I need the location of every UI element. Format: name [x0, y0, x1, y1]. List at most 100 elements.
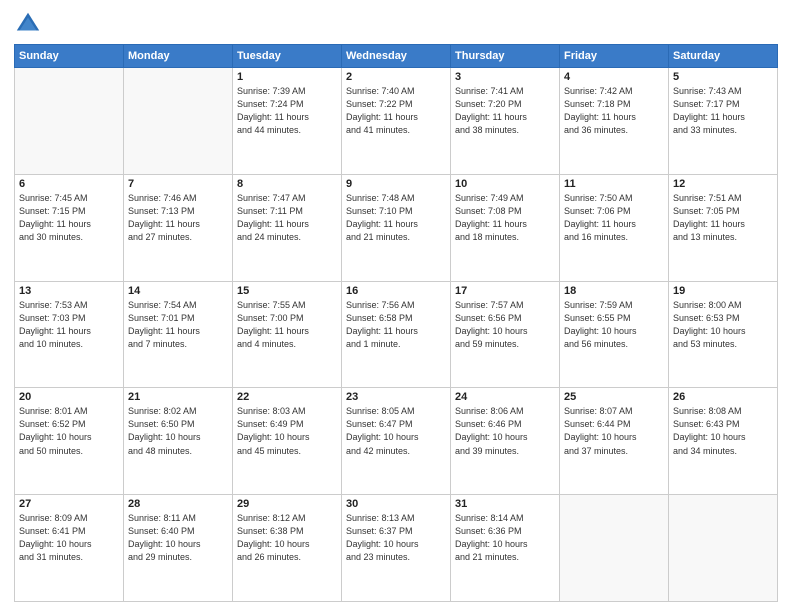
day-number: 11 — [564, 178, 664, 190]
week-row-2: 6 Sunrise: 7:45 AM Sunset: 7:15 PM Daylig… — [15, 174, 778, 281]
weekday-header-saturday: Saturday — [669, 45, 778, 68]
day-number: 29 — [237, 498, 337, 510]
day-number: 17 — [455, 285, 555, 297]
calendar-cell-16: 15 Sunrise: 7:55 AM Sunset: 7:00 PM Dayli… — [233, 281, 342, 388]
day-number: 27 — [19, 498, 119, 510]
day-detail: Sunrise: 8:14 AM Sunset: 6:36 PM Dayligh… — [455, 512, 555, 564]
calendar-cell-19: 18 Sunrise: 7:59 AM Sunset: 6:55 PM Dayli… — [560, 281, 669, 388]
day-detail: Sunrise: 7:48 AM Sunset: 7:10 PM Dayligh… — [346, 192, 446, 244]
calendar-cell-32: 31 Sunrise: 8:14 AM Sunset: 6:36 PM Dayli… — [451, 495, 560, 602]
day-detail: Sunrise: 7:46 AM Sunset: 7:13 PM Dayligh… — [128, 192, 228, 244]
day-number: 31 — [455, 498, 555, 510]
day-detail: Sunrise: 7:57 AM Sunset: 6:56 PM Dayligh… — [455, 299, 555, 351]
day-number: 3 — [455, 71, 555, 83]
day-detail: Sunrise: 8:01 AM Sunset: 6:52 PM Dayligh… — [19, 405, 119, 457]
calendar-cell-27: 26 Sunrise: 8:08 AM Sunset: 6:43 PM Dayli… — [669, 388, 778, 495]
day-number: 14 — [128, 285, 228, 297]
day-detail: Sunrise: 8:07 AM Sunset: 6:44 PM Dayligh… — [564, 405, 664, 457]
calendar-cell-24: 23Sunrise: 8:05 AM Sunset: 6:47 PM Dayli… — [342, 388, 451, 495]
day-number: 10 — [455, 178, 555, 190]
calendar-cell-9: 8 Sunrise: 7:47 AM Sunset: 7:11 PM Daylig… — [233, 174, 342, 281]
day-number: 9 — [346, 178, 446, 190]
weekday-header-sunday: Sunday — [15, 45, 124, 68]
calendar-cell-14: 13Sunrise: 7:53 AM Sunset: 7:03 PM Dayli… — [15, 281, 124, 388]
logo-icon — [14, 10, 42, 38]
day-detail: Sunrise: 7:49 AM Sunset: 7:08 PM Dayligh… — [455, 192, 555, 244]
day-detail: Sunrise: 7:55 AM Sunset: 7:00 PM Dayligh… — [237, 299, 337, 351]
calendar-cell-12: 11 Sunrise: 7:50 AM Sunset: 7:06 PM Dayli… — [560, 174, 669, 281]
day-detail: Sunrise: 8:00 AM Sunset: 6:53 PM Dayligh… — [673, 299, 773, 351]
day-number: 20 — [19, 391, 119, 403]
calendar-cell-13: 12 Sunrise: 7:51 AM Sunset: 7:05 PM Dayli… — [669, 174, 778, 281]
day-detail: Sunrise: 7:42 AM Sunset: 7:18 PM Dayligh… — [564, 85, 664, 137]
day-detail: Sunrise: 8:02 AM Sunset: 6:50 PM Dayligh… — [128, 405, 228, 457]
day-number: 30 — [346, 498, 446, 510]
weekday-header-tuesday: Tuesday — [233, 45, 342, 68]
day-detail: Sunrise: 7:47 AM Sunset: 7:11 PM Dayligh… — [237, 192, 337, 244]
day-detail: Sunrise: 8:03 AM Sunset: 6:49 PM Dayligh… — [237, 405, 337, 457]
day-number: 5 — [673, 71, 773, 83]
day-number: 19 — [673, 285, 773, 297]
calendar-cell-31: 30 Sunrise: 8:13 AM Sunset: 6:37 PM Dayli… — [342, 495, 451, 602]
day-number: 4 — [564, 71, 664, 83]
day-detail: Sunrise: 8:09 AM Sunset: 6:41 PM Dayligh… — [19, 512, 119, 564]
day-detail: Sunrise: 8:06 AM Sunset: 6:46 PM Dayligh… — [455, 405, 555, 457]
day-detail: Sunrise: 8:12 AM Sunset: 6:38 PM Dayligh… — [237, 512, 337, 564]
calendar-cell-25: 24 Sunrise: 8:06 AM Sunset: 6:46 PM Dayli… — [451, 388, 560, 495]
logo — [14, 10, 46, 38]
day-detail: Sunrise: 7:40 AM Sunset: 7:22 PM Dayligh… — [346, 85, 446, 137]
day-number: 18 — [564, 285, 664, 297]
calendar: SundayMondayTuesdayWednesdayThursdayFrid… — [14, 44, 778, 602]
calendar-cell-1 — [124, 68, 233, 175]
day-number: 15 — [237, 285, 337, 297]
day-detail: Sunrise: 7:43 AM Sunset: 7:17 PM Dayligh… — [673, 85, 773, 137]
calendar-cell-0 — [15, 68, 124, 175]
day-detail: Sunrise: 7:41 AM Sunset: 7:20 PM Dayligh… — [455, 85, 555, 137]
day-number: 8 — [237, 178, 337, 190]
weekday-header-thursday: Thursday — [451, 45, 560, 68]
calendar-cell-6: 5 Sunrise: 7:43 AM Sunset: 7:17 PM Daylig… — [669, 68, 778, 175]
day-detail: Sunrise: 7:39 AM Sunset: 7:24 PM Dayligh… — [237, 85, 337, 137]
calendar-cell-34 — [669, 495, 778, 602]
week-row-3: 13Sunrise: 7:53 AM Sunset: 7:03 PM Dayli… — [15, 281, 778, 388]
calendar-cell-29: 28Sunrise: 8:11 AM Sunset: 6:40 PM Dayli… — [124, 495, 233, 602]
week-row-4: 20 Sunrise: 8:01 AM Sunset: 6:52 PM Dayli… — [15, 388, 778, 495]
calendar-cell-10: 9 Sunrise: 7:48 AM Sunset: 7:10 PM Daylig… — [342, 174, 451, 281]
day-detail: Sunrise: 8:13 AM Sunset: 6:37 PM Dayligh… — [346, 512, 446, 564]
day-detail: Sunrise: 8:08 AM Sunset: 6:43 PM Dayligh… — [673, 405, 773, 457]
weekday-header-wednesday: Wednesday — [342, 45, 451, 68]
calendar-cell-17: 16 Sunrise: 7:56 AM Sunset: 6:58 PM Dayli… — [342, 281, 451, 388]
calendar-cell-26: 25Sunrise: 8:07 AM Sunset: 6:44 PM Dayli… — [560, 388, 669, 495]
calendar-cell-28: 27 Sunrise: 8:09 AM Sunset: 6:41 PM Dayli… — [15, 495, 124, 602]
calendar-cell-7: 6 Sunrise: 7:45 AM Sunset: 7:15 PM Daylig… — [15, 174, 124, 281]
day-detail: Sunrise: 7:45 AM Sunset: 7:15 PM Dayligh… — [19, 192, 119, 244]
day-number: 1 — [237, 71, 337, 83]
day-detail: Sunrise: 8:11 AM Sunset: 6:40 PM Dayligh… — [128, 512, 228, 564]
day-detail: Sunrise: 7:54 AM Sunset: 7:01 PM Dayligh… — [128, 299, 228, 351]
day-number: 24 — [455, 391, 555, 403]
calendar-cell-22: 21Sunrise: 8:02 AM Sunset: 6:50 PM Dayli… — [124, 388, 233, 495]
day-number: 6 — [19, 178, 119, 190]
day-number: 7 — [128, 178, 228, 190]
week-row-1: 1 Sunrise: 7:39 AM Sunset: 7:24 PM Daylig… — [15, 68, 778, 175]
day-number: 2 — [346, 71, 446, 83]
header — [14, 10, 778, 38]
day-number: 26 — [673, 391, 773, 403]
calendar-cell-4: 3 Sunrise: 7:41 AM Sunset: 7:20 PM Daylig… — [451, 68, 560, 175]
calendar-cell-23: 22 Sunrise: 8:03 AM Sunset: 6:49 PM Dayli… — [233, 388, 342, 495]
calendar-cell-2: 1 Sunrise: 7:39 AM Sunset: 7:24 PM Daylig… — [233, 68, 342, 175]
day-detail: Sunrise: 7:56 AM Sunset: 6:58 PM Dayligh… — [346, 299, 446, 351]
calendar-cell-11: 10 Sunrise: 7:49 AM Sunset: 7:08 PM Dayli… — [451, 174, 560, 281]
day-number: 22 — [237, 391, 337, 403]
day-number: 23 — [346, 391, 446, 403]
weekday-header-friday: Friday — [560, 45, 669, 68]
calendar-cell-5: 4 Sunrise: 7:42 AM Sunset: 7:18 PM Daylig… — [560, 68, 669, 175]
calendar-cell-30: 29 Sunrise: 8:12 AM Sunset: 6:38 PM Dayli… — [233, 495, 342, 602]
day-number: 16 — [346, 285, 446, 297]
weekday-header-monday: Monday — [124, 45, 233, 68]
day-detail: Sunrise: 7:50 AM Sunset: 7:06 PM Dayligh… — [564, 192, 664, 244]
day-number: 12 — [673, 178, 773, 190]
calendar-cell-3: 2 Sunrise: 7:40 AM Sunset: 7:22 PM Daylig… — [342, 68, 451, 175]
day-detail: Sunrise: 7:51 AM Sunset: 7:05 PM Dayligh… — [673, 192, 773, 244]
day-detail: Sunrise: 7:59 AM Sunset: 6:55 PM Dayligh… — [564, 299, 664, 351]
